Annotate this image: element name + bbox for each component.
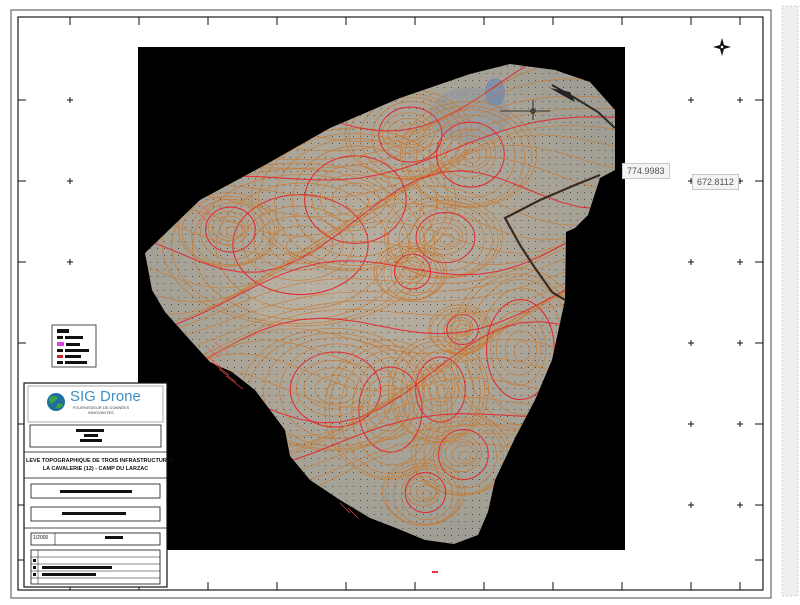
map-canvas [0,0,800,600]
coord-tooltip-y: 672.8112 [692,174,739,190]
logo-name: SIG Drone [70,388,141,405]
red-marker [432,571,438,573]
coord-tooltip-x: 774.9983 [622,163,670,179]
right-scrollbar[interactable] [781,5,799,597]
legend-swatch-magenta [57,342,64,346]
survey-title-line-2: LA CAVALERIE (12) - CAMP DU LARZAC [42,466,149,472]
legend [51,324,97,368]
survey-title-line-1: LEVE TOPOGRAPHIQUE DE TROIS INFRASTRUCTU… [26,458,175,464]
map-layout-viewer: 774.9983 672.8112 SIG Drone FOURNISSEUR … [0,0,800,600]
scale-panel [30,532,161,546]
logo-tagline-2: INNOVANTES [88,410,114,415]
scale-value: 1/2000 [33,535,49,541]
